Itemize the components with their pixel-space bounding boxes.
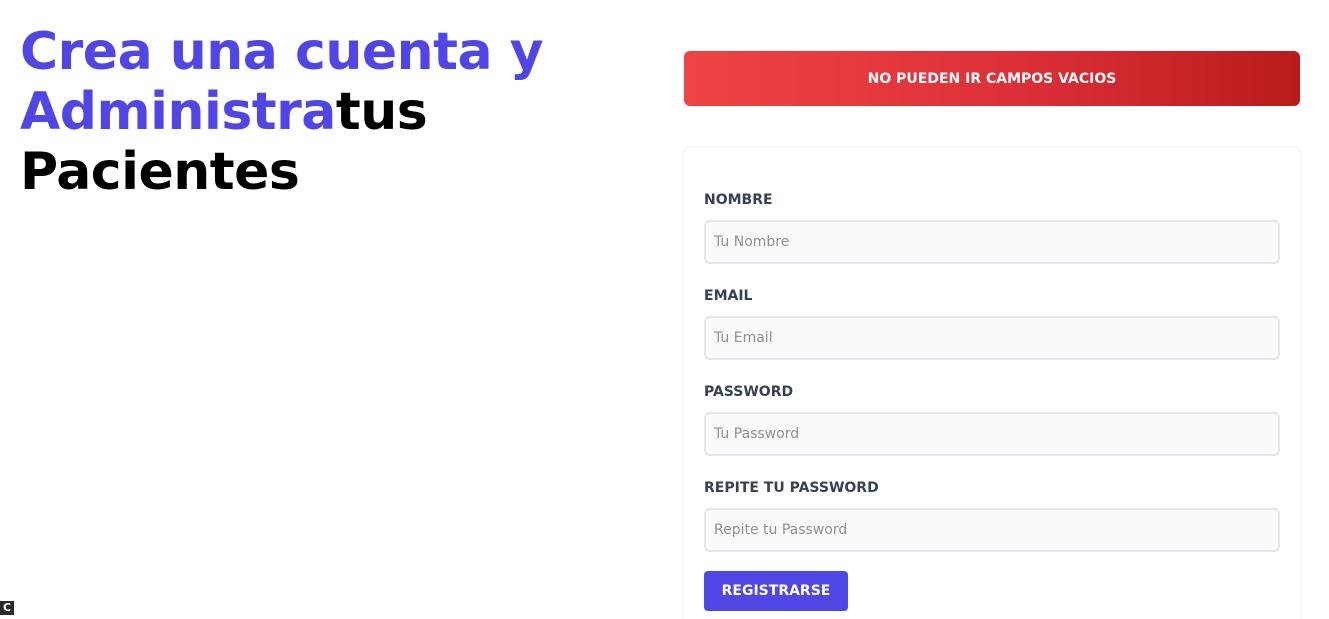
repeat-password-input[interactable] (704, 508, 1280, 552)
error-alert-message: NO PUEDEN IR CAMPOS VACIOS (867, 70, 1117, 87)
email-input[interactable] (704, 316, 1280, 360)
name-input[interactable] (704, 220, 1280, 264)
title-rest: tus (335, 82, 428, 142)
email-label: EMAIL (704, 288, 753, 304)
title-line-3: Pacientes (20, 142, 300, 202)
register-button[interactable]: REGISTRARSE (704, 571, 848, 611)
name-label: NOMBRE (704, 192, 773, 208)
password-field-group: PASSWORD (704, 382, 1280, 456)
register-page: Crea una cuenta y Administratus Paciente… (0, 0, 1329, 619)
password-input[interactable] (704, 412, 1280, 456)
page-title: Crea una cuenta y Administratus Paciente… (20, 22, 640, 202)
repeat-password-label: REPITE TU PASSWORD (704, 480, 879, 496)
repeat-password-field-group: REPITE TU PASSWORD (704, 478, 1280, 552)
email-field-group: EMAIL (704, 286, 1280, 360)
corner-badge-icon: C (0, 601, 14, 615)
title-accent-word: Administra (20, 82, 336, 142)
register-form: NOMBRE EMAIL PASSWORD REPITE TU PASSWORD… (684, 148, 1300, 619)
password-label: PASSWORD (704, 384, 794, 400)
error-alert: NO PUEDEN IR CAMPOS VACIOS (684, 51, 1300, 106)
name-field-group: NOMBRE (704, 190, 1280, 264)
title-line-1: Crea una cuenta y (20, 22, 544, 82)
